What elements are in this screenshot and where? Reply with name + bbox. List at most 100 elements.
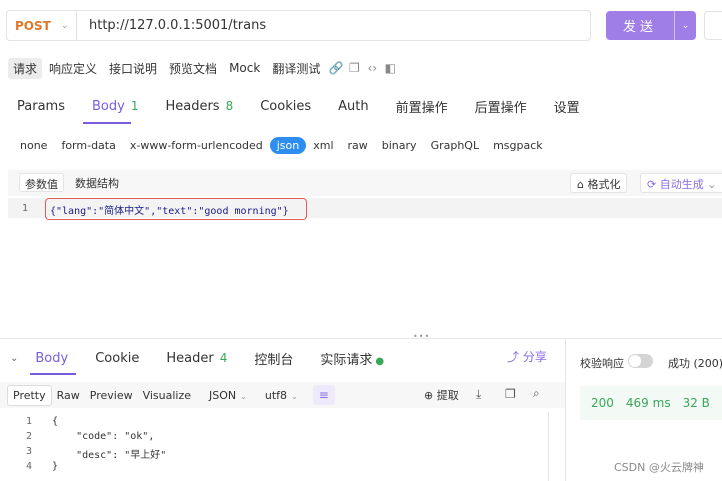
tab-body[interactable]: Body 1 [92,99,138,114]
encoding-select[interactable]: utf8 ⌄ [260,386,303,405]
response-tabs: ⌄ Body Cookie Header 4 控制台 实际请求 ● [10,348,411,368]
body-type-urlencoded[interactable]: x-www-form-urlencoded [123,137,270,154]
tab-headers-label: Headers [165,98,220,114]
resp-tab-console[interactable]: 控制台 [254,349,293,368]
validate-label: 校验响应 [580,357,624,370]
format-icon: ⌂ [577,178,588,191]
resp-tab-header-count: 4 [219,350,228,365]
tab-body-label: Body [91,98,125,114]
chevron-down-icon: ⌄ [291,391,298,401]
tab-headers[interactable]: Headers 8 [165,99,233,114]
resp-tab-header[interactable]: Header 4 [166,351,227,366]
extract-button[interactable]: ⊕ 提取 [424,387,459,403]
autogen-label: 自动生成 [659,178,704,191]
body-type-selector: none form-data x-www-form-urlencoded jso… [13,135,550,155]
resp-line-number: 2 [26,431,33,442]
search-icon[interactable]: ⌕ [533,386,540,401]
view-visualize[interactable]: Visualize [138,386,196,405]
body-toolbar: 参数值 数据结构 ⌂ 格式化 ⟳ 自动生成 ⌄ [8,170,722,196]
data-structure-tab[interactable]: 数据结构 [70,173,124,192]
json-body-editor[interactable]: {"lang":"简体中文","text":"good morning"} [45,198,307,220]
body-type-xml[interactable]: xml [306,137,340,154]
resp-tab-cookie[interactable]: Cookie [95,351,139,366]
resp-code-line: "code": "ok", [52,431,155,442]
tab-headers-count: 8 [225,98,234,113]
url-input[interactable]: http://127.0.0.1:5001/trans [76,10,591,41]
share-button[interactable]: ⤴ 分享 [507,348,547,365]
url-text: http://127.0.0.1:5001/trans [89,18,267,33]
method-select[interactable]: POST ⌄ [6,10,76,41]
toggle-knob [629,355,641,367]
extra-button[interactable] [704,11,722,40]
response-body-viewer[interactable]: 1 { 2 "code": "ok", 3 "desc": "早上好" 4 } [0,412,565,481]
encoding-select-value: utf8 [264,388,288,402]
body-type-binary[interactable]: binary [375,137,424,154]
panel-icon[interactable]: ◧ [381,61,399,75]
refresh-icon: ⟳ [647,178,660,191]
body-type-msgpack[interactable]: msgpack [486,137,550,154]
view-preview[interactable]: Preview [85,386,138,405]
download-icon[interactable]: ⤓ [476,387,481,402]
wrap-lines-icon[interactable]: ≡ [312,385,335,405]
send-dropdown-chevron-icon[interactable]: ⌄ [674,11,696,40]
chevron-down-icon: ⌄ [703,178,717,191]
validate-toggle[interactable] [628,354,653,368]
status-code: 200 [591,396,614,410]
status-dot-icon: ● [375,355,385,367]
tab-settings[interactable]: 设置 [554,97,580,116]
copy-icon[interactable]: ❐ [345,61,363,75]
resp-tab-header-label: Header [166,350,214,366]
copy-icon[interactable]: ❐ [505,387,516,401]
request-subtabs: 请求 响应定义 接口说明 预览文档 Mock 翻译测试 🔗 ❐ ‹› ◧ [8,57,399,79]
body-type-form-data[interactable]: form-data [54,137,122,154]
tab-params[interactable]: Params [17,99,65,114]
format-select-value: JSON [209,388,237,402]
resp-tab-actual-request[interactable]: 实际请求 ● [320,349,384,368]
tab-auth[interactable]: Auth [338,99,368,114]
active-tab-indicator [83,122,131,124]
subtab-translate-test[interactable]: 翻译测试 [267,58,325,79]
tab-post-operations[interactable]: 后置操作 [475,97,527,116]
body-type-graphql[interactable]: GraphQL [424,137,487,154]
resp-tab-actual-label: 实际请求 [320,352,373,368]
resp-code-line: "desc": "早上好" [52,450,167,461]
format-select[interactable]: JSON ⌄ [204,386,252,405]
response-size: 32 B [682,396,710,410]
watermark: CSDN @火云牌神 [614,461,704,474]
tab-cookies[interactable]: Cookies [260,99,311,114]
send-button[interactable]: 发送 ⌄ [606,11,696,40]
subtab-request[interactable]: 请求 [8,57,43,79]
tab-pre-operations[interactable]: 前置操作 [396,97,448,116]
send-label: 发送 [622,20,657,35]
code-icon[interactable]: ‹› [363,61,381,75]
link-icon[interactable]: 🔗 [327,61,345,75]
params-value-tab[interactable]: 参数值 [19,173,64,192]
body-type-none[interactable]: none [13,137,54,154]
subtab-preview-docs[interactable]: 预览文档 [164,58,222,79]
extract-label: 提取 [436,389,459,402]
collapse-chevron-icon[interactable]: ⌄ [10,353,18,364]
subtab-mock[interactable]: Mock [224,59,265,77]
format-button[interactable]: ⌂ 格式化 [570,173,628,193]
success-status: 成功 (200) [668,357,722,370]
response-view-modes: Pretty Raw Preview Visualize JSON ⌄ utf8 ⌄… [7,384,335,406]
resize-handle[interactable]: ••• [413,332,430,341]
resp-line-number: 4 [26,461,33,472]
code-line: {"lang":"简体中文","text":"good morning"} [50,205,289,217]
subtab-response-definition[interactable]: 响应定义 [44,58,102,79]
method-label: POST [15,18,51,33]
chevron-down-icon: ⌄ [240,391,247,401]
view-pretty[interactable]: Pretty [7,384,52,406]
main-tabs: Params Body 1 Headers 8 Cookies Auth 前置操作 … [17,96,607,116]
body-type-raw[interactable]: raw [341,137,375,154]
resp-active-tab-indicator [30,373,76,375]
view-raw[interactable]: Raw [52,386,85,405]
resp-tab-body[interactable]: Body [35,351,68,366]
autogen-button[interactable]: ⟳ 自动生成 ⌄ [640,173,722,193]
scrollbar-track[interactable] [548,412,549,481]
resp-line-number: 3 [26,446,33,457]
chevron-down-icon: ⌄ [60,20,69,31]
share-icon: ⤴ [507,350,523,364]
subtab-api-docs[interactable]: 接口说明 [104,58,162,79]
body-type-json[interactable]: json [269,136,307,154]
